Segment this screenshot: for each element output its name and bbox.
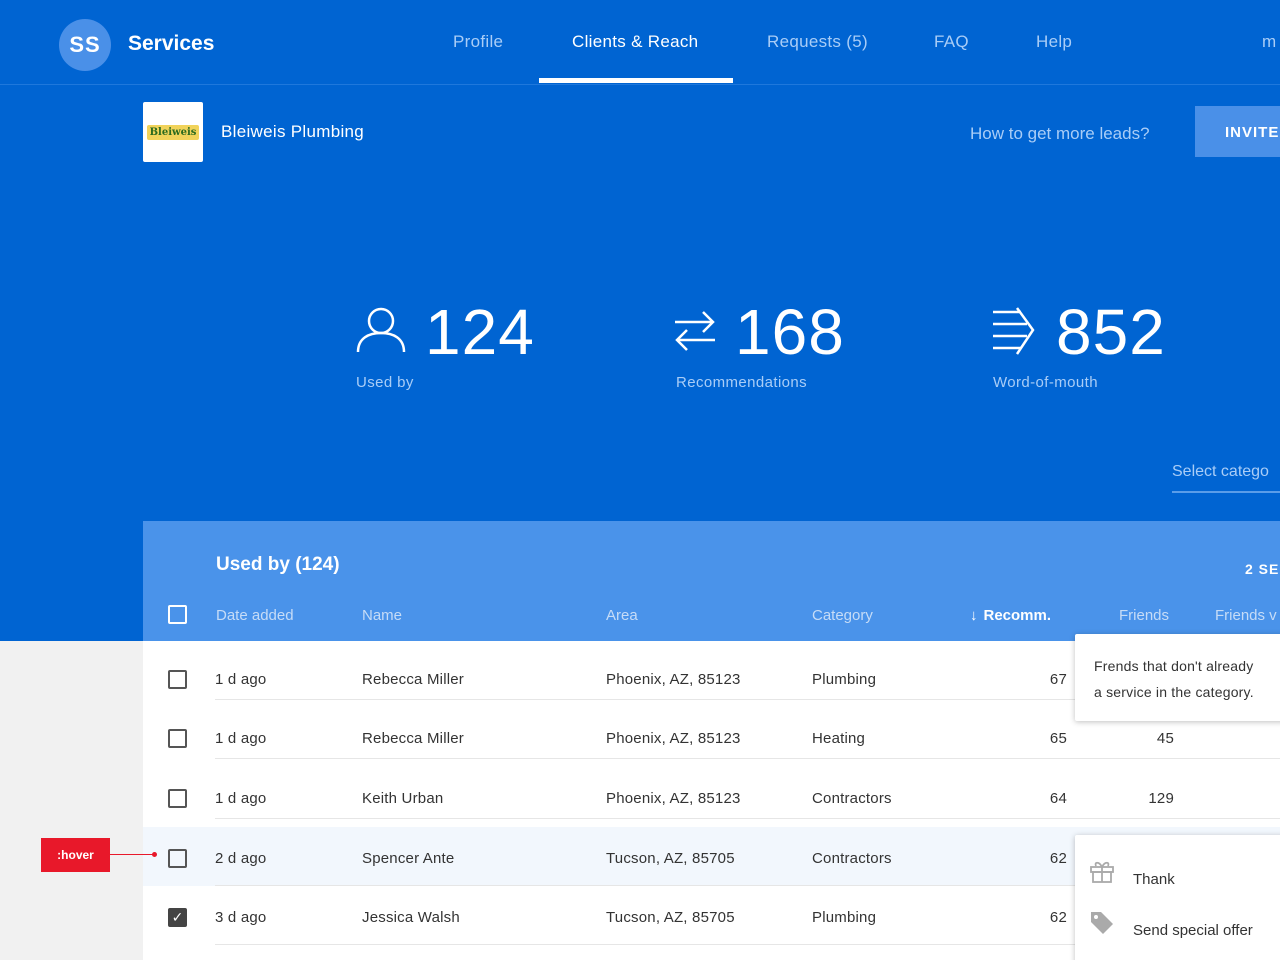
- cell-date: 1 d ago: [215, 730, 267, 747]
- active-tab-indicator: [539, 78, 733, 83]
- friends-tooltip: Frends that don't already a service in t…: [1075, 634, 1280, 721]
- hover-state-annotation: :hover: [41, 838, 110, 872]
- app-logo[interactable]: SS: [59, 19, 111, 71]
- cell-date: 3 d ago: [215, 909, 267, 926]
- select-all-checkbox[interactable]: [168, 605, 187, 624]
- cell-category: Heating: [812, 730, 866, 747]
- tooltip-line-1: Frends that don't already: [1094, 658, 1254, 674]
- business-logo-text: Bleiweis: [146, 124, 200, 140]
- invite-button[interactable]: INVITE: [1195, 106, 1280, 157]
- cell-area: Phoenix, AZ, 85123: [606, 730, 741, 747]
- cell-area: Phoenix, AZ, 85123: [606, 790, 741, 807]
- cell-name: Rebecca Miller: [362, 730, 464, 747]
- more-leads-link[interactable]: How to get more leads?: [970, 124, 1150, 144]
- row-checkbox[interactable]: [168, 789, 187, 808]
- row-action-menu: Thank Send special offer: [1075, 835, 1280, 960]
- user-icon: [356, 307, 406, 353]
- annotation-connector-dot: [152, 852, 157, 857]
- cell-friends: 129: [1148, 790, 1174, 807]
- cell-name: Keith Urban: [362, 790, 444, 807]
- cell-name: Jessica Walsh: [362, 909, 460, 926]
- cell-area: Phoenix, AZ, 85123: [606, 671, 741, 688]
- table-header: Used by (124) 2 SE Date added Name Area …: [143, 521, 1280, 641]
- cell-recomm: 65: [1049, 730, 1067, 747]
- row-checkbox[interactable]: [168, 729, 187, 748]
- column-recommendations[interactable]: ↓ Recomm.: [970, 607, 1051, 624]
- menu-send-special-offer-label: Send special offer: [1133, 922, 1253, 939]
- nav-requests[interactable]: Requests (5): [767, 32, 868, 52]
- cell-date: 2 d ago: [215, 850, 267, 867]
- top-navigation: SS Services Profile Clients & Reach Requ…: [0, 0, 1280, 85]
- row-checkbox[interactable]: [168, 849, 187, 868]
- nav-profile[interactable]: Profile: [453, 32, 503, 52]
- sort-down-arrow-icon: ↓: [970, 607, 978, 624]
- cell-recomm: 64: [1049, 790, 1067, 807]
- column-friends[interactable]: Friends: [1119, 607, 1169, 624]
- cell-name: Rebecca Miller: [362, 671, 464, 688]
- cell-category: Plumbing: [812, 909, 877, 926]
- brand-name[interactable]: Services: [128, 32, 214, 56]
- row-checkbox-checked[interactable]: ✓: [168, 908, 187, 927]
- column-recommendations-label: Recomm.: [983, 607, 1052, 624]
- table-row[interactable]: 1 d ago Keith Urban Phoenix, AZ, 85123 C…: [143, 760, 1280, 819]
- nav-help[interactable]: Help: [1036, 32, 1072, 52]
- gift-icon: [1090, 861, 1114, 883]
- cell-recomm: 67: [1049, 671, 1067, 688]
- recommendations-count: 168: [735, 296, 845, 368]
- menu-thank[interactable]: Thank: [1075, 845, 1280, 893]
- row-checkbox[interactable]: [168, 670, 187, 689]
- business-logo: Bleiweis: [143, 102, 203, 162]
- nav-faq[interactable]: FAQ: [934, 32, 969, 52]
- column-date-added[interactable]: Date added: [216, 607, 294, 624]
- spread-arrows-icon: [993, 307, 1035, 355]
- tooltip-line-2: a service in the category.: [1094, 684, 1254, 700]
- cell-area: Tucson, AZ, 85705: [606, 850, 735, 867]
- business-name: Bleiweis Plumbing: [221, 122, 365, 141]
- cell-category: Contractors: [812, 790, 892, 807]
- user-menu[interactable]: m: [1262, 32, 1276, 52]
- cell-recomm: 62: [1049, 850, 1067, 867]
- used-by-label: Used by: [356, 374, 414, 391]
- menu-thank-label: Thank: [1133, 871, 1175, 888]
- cell-friends: 45: [1156, 730, 1174, 747]
- annotation-connector-line: [110, 854, 154, 855]
- column-name[interactable]: Name: [362, 607, 402, 624]
- column-friends-v[interactable]: Friends v: [1215, 607, 1277, 624]
- word-of-mouth-count: 852: [1056, 296, 1166, 368]
- cell-area: Tucson, AZ, 85705: [606, 909, 735, 926]
- cell-date: 1 d ago: [215, 790, 267, 807]
- cell-name: Spencer Ante: [362, 850, 455, 867]
- swap-arrows-icon: [675, 311, 715, 351]
- cell-recomm: 62: [1049, 909, 1067, 926]
- used-by-count: 124: [425, 296, 535, 368]
- column-area[interactable]: Area: [606, 607, 638, 624]
- cell-date: 1 d ago: [215, 671, 267, 688]
- table-title: Used by (124): [216, 554, 340, 575]
- recommendations-label: Recommendations: [676, 374, 808, 391]
- tag-icon: [1091, 912, 1113, 934]
- column-category[interactable]: Category: [812, 607, 873, 624]
- row-divider: [215, 758, 1280, 759]
- menu-send-special-offer[interactable]: Send special offer: [1075, 896, 1280, 944]
- nav-clients-reach[interactable]: Clients & Reach: [572, 32, 698, 52]
- category-select[interactable]: Select catego: [1172, 463, 1280, 493]
- cell-category: Plumbing: [812, 671, 877, 688]
- row-divider: [215, 818, 1280, 819]
- word-of-mouth-label: Word-of-mouth: [993, 374, 1098, 391]
- selected-count[interactable]: 2 SE: [1245, 561, 1279, 577]
- cell-category: Contractors: [812, 850, 892, 867]
